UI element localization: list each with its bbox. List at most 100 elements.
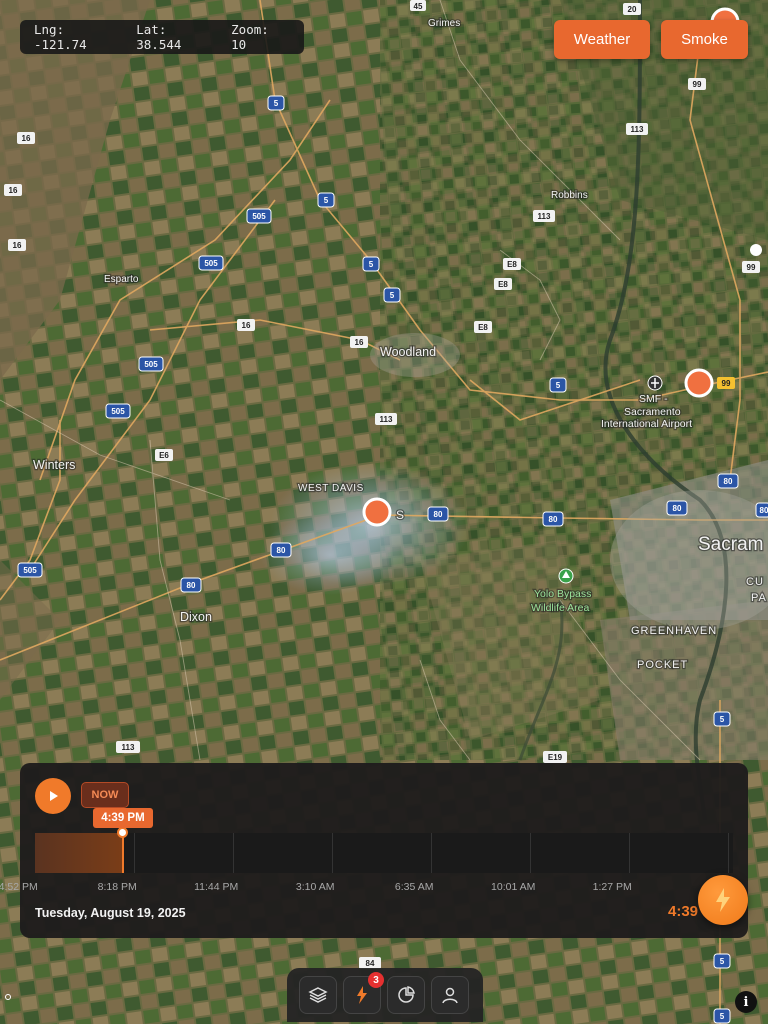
route-shield: 113 (533, 210, 555, 222)
timeline-tick-label: 1:27 PM (592, 881, 632, 893)
timeline-divider (530, 833, 532, 873)
weather-button[interactable]: Weather (554, 20, 650, 59)
route-shield: 16 (8, 239, 26, 251)
svg-text:16: 16 (13, 241, 22, 250)
svg-text:99: 99 (693, 80, 702, 89)
route-shield: E8 (474, 321, 492, 333)
svg-text:113: 113 (631, 125, 644, 134)
svg-text:80: 80 (549, 515, 558, 524)
interstate-shield: 505 (105, 403, 131, 419)
place-label: PA (751, 592, 767, 604)
svg-text:113: 113 (538, 212, 551, 221)
timeline-divider (629, 833, 631, 873)
route-shield: E8 (494, 278, 512, 290)
interstate-shield: 5 (317, 192, 335, 208)
svg-text:99: 99 (747, 263, 756, 272)
fire-alerts-button[interactable] (698, 875, 748, 925)
timeline-divider (431, 833, 433, 873)
stats-button[interactable] (387, 976, 425, 1014)
user-icon (442, 987, 458, 1004)
flame-icon (357, 986, 367, 1004)
svg-text:16: 16 (9, 186, 18, 195)
svg-text:5: 5 (390, 291, 395, 300)
interstate-shield: 5 (549, 377, 567, 393)
timeline-divider (332, 833, 334, 873)
pie-chart-icon (398, 986, 415, 1003)
place-label: Sacram (698, 534, 763, 555)
place-label: Sacramento (624, 406, 681, 418)
svg-text:80: 80 (673, 504, 682, 513)
interstate-shield: 505 (246, 208, 272, 224)
place-label: GREENHAVEN (631, 625, 717, 637)
coordinate-readout: Lng: -121.74 Lat: 38.544 Zoom: 10 (20, 20, 304, 54)
route-shield: 113 (116, 741, 140, 753)
route-shield: 113 (626, 123, 648, 135)
flame-icon (716, 888, 730, 912)
smoke-button[interactable]: Smoke (661, 20, 748, 59)
place-label: Grimes (428, 18, 460, 29)
current-time-label: 4:39 PM (92, 808, 153, 828)
timeline-tick-label: 6:35 AM (394, 881, 434, 893)
place-label: Esparto (104, 274, 139, 285)
timeline-time: 4:39 (668, 903, 699, 920)
airport-icon (647, 375, 663, 391)
fire-marker[interactable] (684, 368, 714, 398)
place-label: WEST DAVIS (298, 483, 364, 494)
timeline-date: Tuesday, August 19, 2025 (35, 906, 186, 920)
svg-text:5: 5 (720, 1012, 725, 1021)
map-pin[interactable] (750, 244, 762, 256)
timeline-track[interactable] (35, 833, 733, 873)
now-button[interactable]: NOW (81, 782, 129, 808)
svg-text:80: 80 (187, 581, 196, 590)
svg-text:80: 80 (724, 477, 733, 486)
place-label: Woodland (380, 345, 436, 359)
place-label: SMF - (639, 393, 668, 405)
svg-text:5: 5 (324, 196, 329, 205)
timeline-divider (728, 833, 730, 873)
layers-button[interactable] (299, 976, 337, 1014)
interstate-shield: 5 (713, 953, 731, 969)
timeline-divider (134, 833, 135, 873)
interstate-shield: 80 (427, 506, 449, 522)
interstate-shield: 80 (180, 577, 202, 593)
notification-badge: 3 (368, 972, 384, 988)
interstate-shield: 5 (383, 287, 401, 303)
place-label: Yolo Bypass (534, 588, 591, 600)
timeline-cursor (121, 833, 124, 873)
interstate-shield: 80 (717, 473, 739, 489)
svg-text:80: 80 (760, 506, 768, 515)
info-button[interactable]: i (735, 991, 757, 1013)
zoom-value: Zoom: 10 (231, 22, 269, 52)
wildlife-area-icon (558, 568, 574, 584)
timeline-tick-label: 4:52 PM (0, 881, 38, 893)
longitude-value: Lng: -121.74 (34, 22, 87, 52)
place-label: POCKET (637, 659, 688, 671)
interstate-shield: 5 (267, 95, 285, 111)
interstate-shield: 5 (713, 711, 731, 727)
route-shield: 99 (742, 261, 760, 273)
route-shield: E6 (155, 449, 173, 461)
place-label: Wildlife Area (531, 602, 590, 614)
route-shield: E19 (543, 751, 567, 763)
layers-icon (308, 987, 328, 1003)
place-label: Winters (33, 458, 75, 472)
fire-marker[interactable] (362, 497, 392, 527)
interstate-shield: 80 (755, 502, 768, 518)
place-label: CU (746, 576, 764, 588)
bottom-nav: 3 (287, 968, 483, 1022)
interstate-shield: 80 (270, 542, 292, 558)
play-button[interactable] (35, 778, 71, 814)
play-icon (50, 791, 58, 801)
svg-text:113: 113 (380, 415, 393, 424)
route-shield: 99 (688, 78, 706, 90)
interstate-shield: 505 (198, 255, 224, 271)
svg-text:5: 5 (369, 260, 374, 269)
place-label: Dixon (180, 610, 212, 624)
timeline-tick-label: 8:18 PM (97, 881, 137, 893)
svg-text:99: 99 (722, 379, 731, 388)
svg-text:E19: E19 (548, 753, 563, 762)
route-shield: 16 (350, 336, 368, 348)
interstate-shield: 5 (713, 1008, 731, 1024)
svg-text:505: 505 (111, 407, 125, 416)
profile-button[interactable] (431, 976, 469, 1014)
